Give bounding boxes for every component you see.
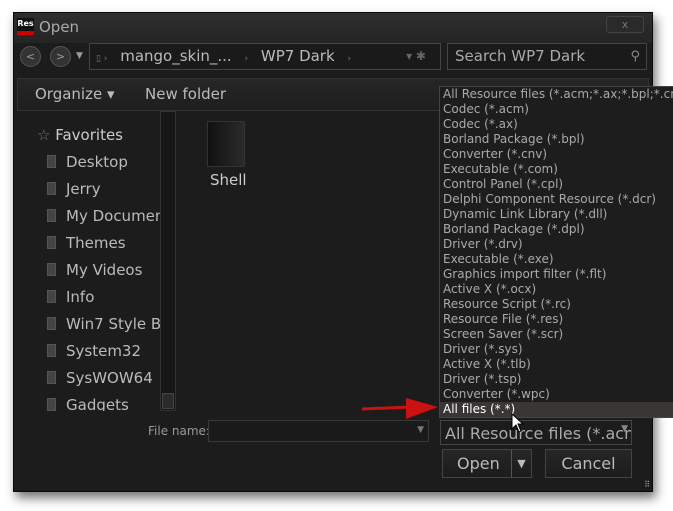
folder-icon: ▯ › bbox=[96, 54, 108, 64]
favorites-label: Favorites bbox=[55, 126, 123, 144]
file-item-label[interactable]: Shell bbox=[210, 171, 247, 189]
recent-dropdown-icon[interactable]: ▼ bbox=[76, 51, 83, 61]
file-type-value: All Resource files (*.acm;*.ax;*.bpl;*.c… bbox=[445, 424, 631, 443]
sidebar-item[interactable]: My Videos bbox=[47, 261, 142, 279]
breadcrumb-item[interactable]: mango_skin_... bbox=[120, 47, 232, 65]
dropdown-option[interactable]: Control Panel (*.cpl) bbox=[440, 177, 673, 192]
sidebar-item-label: My Documents bbox=[66, 207, 161, 225]
folder-icon bbox=[47, 209, 56, 222]
folder-icon[interactable] bbox=[207, 121, 245, 167]
forward-button[interactable]: > bbox=[50, 46, 71, 67]
chevron-right-icon: › bbox=[244, 54, 249, 64]
folder-icon bbox=[47, 398, 56, 411]
folder-icon bbox=[47, 182, 56, 195]
dropdown-option[interactable]: Converter (*.cnv) bbox=[440, 147, 673, 162]
folder-icon bbox=[47, 263, 56, 276]
organize-button[interactable]: Organize ▾ bbox=[35, 85, 115, 103]
chevron-right-icon: › bbox=[347, 54, 352, 64]
sidebar-item-label: Desktop bbox=[66, 153, 128, 171]
dropdown-option[interactable]: Resource File (*.res) bbox=[440, 312, 673, 327]
open-label: Open bbox=[457, 454, 500, 473]
red-arrow-annotation bbox=[361, 398, 438, 419]
sidebar-item-label: Themes bbox=[66, 234, 126, 252]
sidebar-scrollbar[interactable] bbox=[160, 111, 176, 411]
sidebar-item[interactable]: System32 bbox=[47, 342, 141, 360]
sidebar-item-label: Info bbox=[66, 288, 95, 306]
dropdown-option[interactable]: Driver (*.sys) bbox=[440, 342, 673, 357]
search-icon[interactable]: ⚲ bbox=[630, 44, 640, 69]
dropdown-option[interactable]: Resource Script (*.rc) bbox=[440, 297, 673, 312]
scrollbar-thumb[interactable] bbox=[162, 393, 174, 409]
folder-icon bbox=[47, 317, 56, 330]
mouse-cursor-icon bbox=[511, 413, 525, 433]
file-name-label: File name: bbox=[148, 424, 210, 438]
sidebar-item[interactable]: Gadgets bbox=[47, 396, 129, 411]
refresh-icon[interactable]: ▾ ✱ bbox=[406, 44, 426, 69]
dropdown-option[interactable]: Borland Package (*.bpl) bbox=[440, 132, 673, 147]
open-button[interactable]: Open ▼ bbox=[442, 449, 532, 478]
dropdown-option[interactable]: Graphics import filter (*.flt) bbox=[440, 267, 673, 282]
dropdown-option[interactable]: Driver (*.drv) bbox=[440, 237, 673, 252]
sidebar-item[interactable]: Themes bbox=[47, 234, 126, 252]
cancel-button[interactable]: Cancel bbox=[545, 449, 632, 478]
sidebar-item[interactable]: Info bbox=[47, 288, 94, 306]
search-input[interactable]: Search WP7 Dark ⚲ bbox=[447, 43, 647, 70]
star-icon: ☆ bbox=[37, 126, 51, 144]
sidebar-item-label: My Videos bbox=[66, 261, 143, 279]
search-placeholder: Search WP7 Dark bbox=[455, 47, 586, 65]
open-options-icon[interactable]: ▼ bbox=[511, 450, 531, 477]
folder-icon bbox=[47, 155, 56, 168]
sidebar-item[interactable]: Desktop bbox=[47, 153, 128, 171]
folder-icon bbox=[47, 344, 56, 357]
sidebar-item[interactable]: Jerry bbox=[47, 180, 101, 198]
dropdown-option[interactable]: Codec (*.acm) bbox=[440, 102, 673, 117]
sidebar-item-label: SysWOW64 bbox=[66, 369, 153, 387]
folder-icon bbox=[47, 290, 56, 303]
file-name-input[interactable]: ▼ bbox=[208, 420, 429, 442]
sidebar-item[interactable]: SysWOW64 bbox=[47, 369, 153, 387]
sidebar-item-label: Win7 Style B bbox=[66, 315, 161, 333]
chevron-down-icon: ▼ bbox=[621, 424, 628, 434]
navigation-pane: ☆ Favorites Desktop Jerry My Documents T… bbox=[31, 113, 161, 411]
dropdown-option[interactable]: Borland Package (*.dpl) bbox=[440, 222, 673, 237]
resize-grip-icon[interactable]: ⠿ bbox=[644, 480, 650, 489]
file-type-dropdown-list: All Resource files (*.acm;*.ax;*.bpl;*.c… bbox=[439, 86, 673, 418]
dropdown-option[interactable]: Executable (*.com) bbox=[440, 162, 673, 177]
dropdown-option[interactable]: Screen Saver (*.scr) bbox=[440, 327, 673, 342]
title-bar: Res Open x bbox=[14, 13, 652, 43]
dropdown-option[interactable]: Dynamic Link Library (*.dll) bbox=[440, 207, 673, 222]
dropdown-option[interactable]: Converter (*.wpc) bbox=[440, 387, 673, 402]
favorites-header[interactable]: ☆ Favorites bbox=[37, 126, 123, 144]
sidebar-item[interactable]: Win7 Style B bbox=[47, 315, 161, 333]
app-icon: Res bbox=[17, 18, 34, 35]
file-type-select[interactable]: All Resource files (*.acm;*.ax;*.bpl;*.c… bbox=[440, 420, 632, 445]
window-title: Open bbox=[39, 18, 80, 36]
breadcrumb-item[interactable]: WP7 Dark bbox=[261, 47, 335, 65]
folder-icon bbox=[47, 236, 56, 249]
dropdown-option[interactable]: Active X (*.tlb) bbox=[440, 357, 673, 372]
close-button[interactable]: x bbox=[606, 16, 644, 33]
dropdown-option[interactable]: All files (*.*) bbox=[440, 402, 673, 417]
dropdown-option[interactable]: Driver (*.tsp) bbox=[440, 372, 673, 387]
new-folder-button[interactable]: New folder bbox=[145, 85, 226, 103]
back-button[interactable]: < bbox=[20, 46, 41, 67]
dropdown-option[interactable]: All Resource files (*.acm;*.ax;*.bpl;*.c… bbox=[440, 87, 673, 102]
dropdown-option[interactable]: Active X (*.ocx) bbox=[440, 282, 673, 297]
address-bar[interactable]: ▯ › mango_skin_... › WP7 Dark › ▾ ✱ bbox=[89, 43, 441, 70]
sidebar-item[interactable]: My Documents bbox=[47, 207, 161, 225]
sidebar-item-label: Jerry bbox=[66, 180, 101, 198]
folder-icon bbox=[47, 371, 56, 384]
dropdown-option[interactable]: Executable (*.exe) bbox=[440, 252, 673, 267]
dropdown-option[interactable]: Delphi Component Resource (*.dcr) bbox=[440, 192, 673, 207]
sidebar-item-label: Gadgets bbox=[66, 396, 129, 411]
dropdown-option[interactable]: Codec (*.ax) bbox=[440, 117, 673, 132]
sidebar-item-label: System32 bbox=[66, 342, 142, 360]
chevron-down-icon[interactable]: ▼ bbox=[417, 425, 424, 435]
